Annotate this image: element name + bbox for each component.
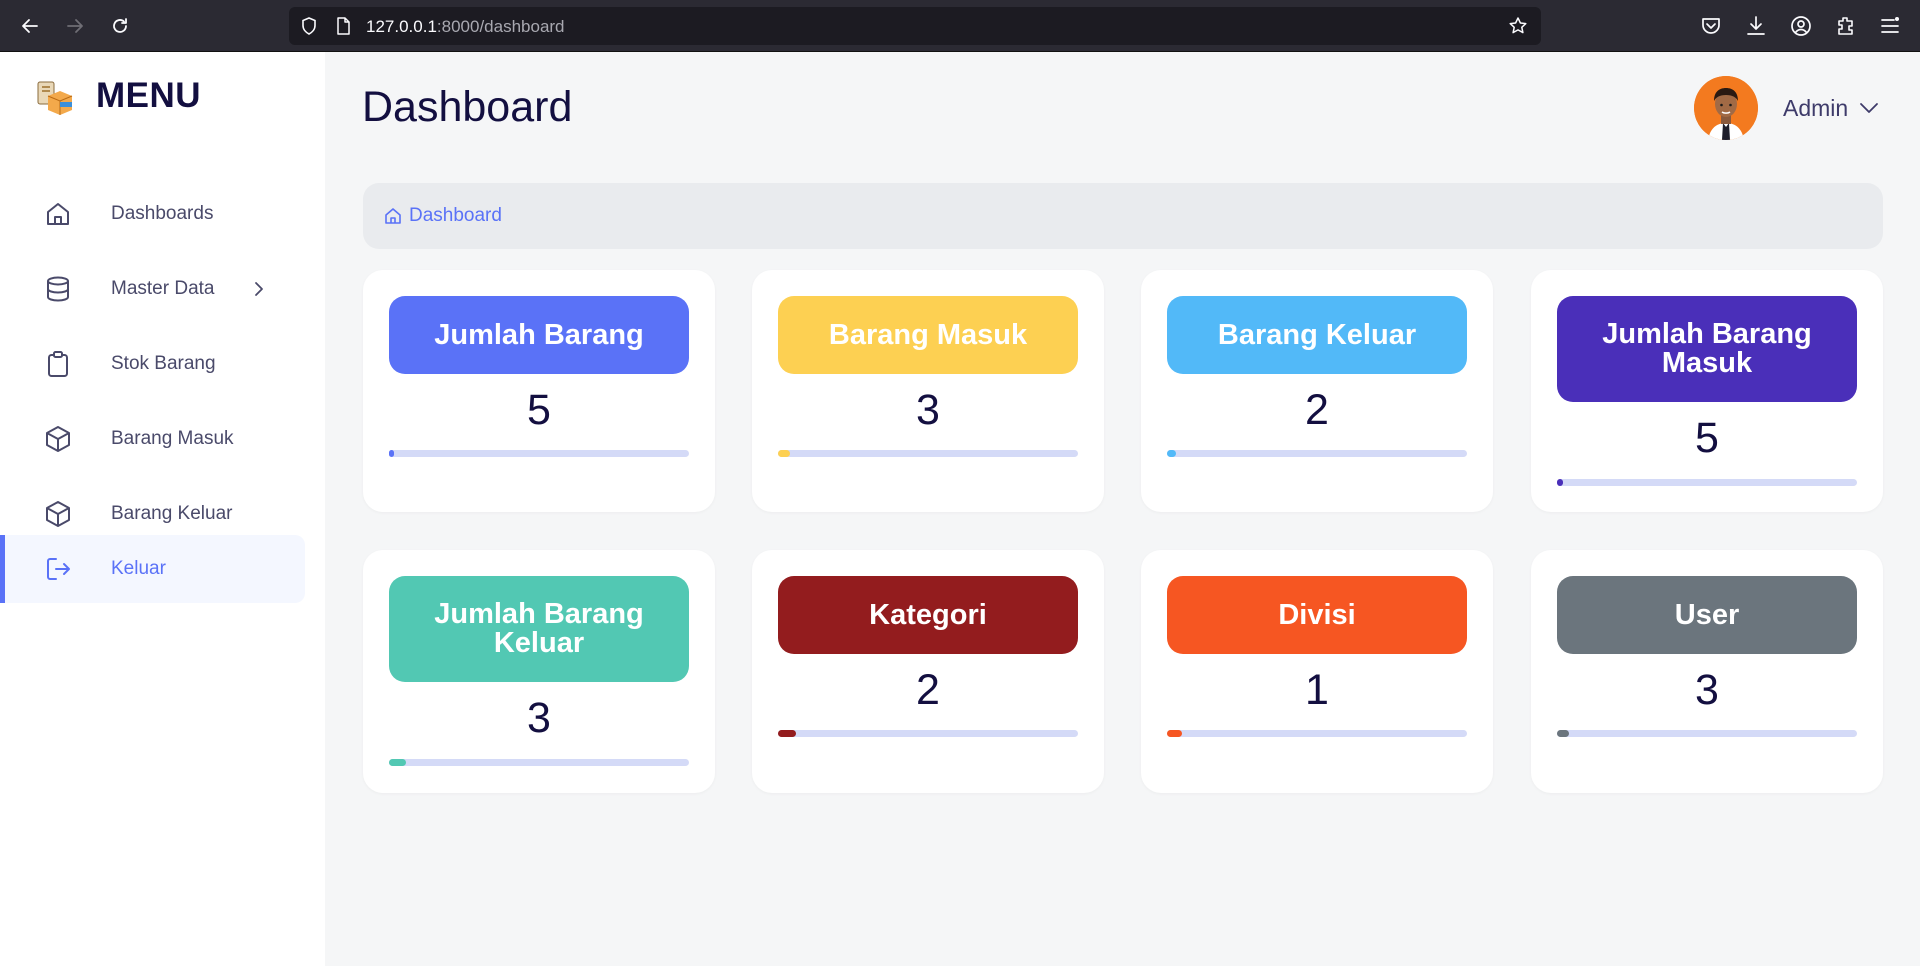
arrow-right-icon xyxy=(67,19,83,33)
extensions-icon[interactable] xyxy=(1834,14,1858,38)
url-path: :8000/dashboard xyxy=(436,17,565,36)
stat-card-jumlah-barang-keluar[interactable]: Jumlah Barang Keluar 3 xyxy=(363,550,715,793)
breadcrumb: Dashboard xyxy=(363,183,1883,249)
stat-card-value: 2 xyxy=(1305,386,1329,434)
shield-icon[interactable] xyxy=(299,16,319,36)
page-title: Dashboard xyxy=(362,83,573,131)
sidebar-item-barang-masuk[interactable]: Barang Masuk xyxy=(0,405,305,473)
home-icon xyxy=(385,208,401,224)
sidebar-item-label: Dashboards xyxy=(111,203,214,224)
stat-card-barang-masuk[interactable]: Barang Masuk 3 xyxy=(752,270,1104,512)
stat-card-label: Divisi xyxy=(1167,576,1467,654)
stat-card-label: Barang Keluar xyxy=(1167,296,1467,374)
progress-bar xyxy=(1557,479,1857,486)
stat-card-label: User xyxy=(1557,576,1857,654)
box-icon xyxy=(46,501,70,527)
progress-bar xyxy=(778,730,1078,737)
avatar-illustration xyxy=(1694,76,1758,140)
sidebar-item-stok-barang[interactable]: Stok Barang xyxy=(0,330,305,398)
page-icon[interactable] xyxy=(333,16,353,36)
stat-card-barang-keluar[interactable]: Barang Keluar 2 xyxy=(1141,270,1493,512)
star-icon[interactable] xyxy=(1508,16,1528,36)
logout-icon xyxy=(47,558,70,580)
address-bar[interactable]: 127.0.0.1:8000/dashboard xyxy=(289,7,1541,45)
progress-bar xyxy=(1557,730,1857,737)
progress-fill xyxy=(778,450,790,457)
url-text[interactable]: 127.0.0.1:8000/dashboard xyxy=(366,17,565,37)
database-icon xyxy=(47,276,69,302)
progress-fill xyxy=(1557,479,1563,486)
stat-card-jumlah-barang[interactable]: Jumlah Barang 5 xyxy=(363,270,715,512)
stat-card-value: 3 xyxy=(527,694,551,742)
sidebar-item-label: Master Data xyxy=(111,278,215,299)
sidebar-item-dashboards[interactable]: Dashboards xyxy=(0,180,305,248)
progress-bar xyxy=(389,450,689,457)
sidebar-item-label: Stok Barang xyxy=(111,353,216,374)
stat-card-label: Jumlah Barang xyxy=(389,296,689,374)
browser-toolbar: 127.0.0.1:8000/dashboard xyxy=(0,0,1920,52)
sidebar: MENU Dashboards Master Data Stok Barang … xyxy=(0,52,325,966)
hamburger-menu-icon[interactable] xyxy=(1878,14,1902,38)
progress-bar xyxy=(1167,450,1467,457)
sidebar-item-label: Barang Keluar xyxy=(111,503,233,524)
sidebar-item-keluar[interactable]: Keluar xyxy=(0,535,305,603)
forward-button[interactable] xyxy=(61,12,89,40)
progress-bar xyxy=(778,450,1078,457)
url-host: 127.0.0.1 xyxy=(366,17,437,36)
progress-fill xyxy=(389,450,394,457)
stat-card-value: 2 xyxy=(916,666,940,714)
stat-card-value: 3 xyxy=(916,386,940,434)
stat-card-user[interactable]: User 3 xyxy=(1531,550,1883,793)
menu-title: MENU xyxy=(96,76,202,115)
account-icon[interactable] xyxy=(1789,14,1813,38)
stat-card-kategori[interactable]: Kategori 2 xyxy=(752,550,1104,793)
sidebar-item-master-data[interactable]: Master Data xyxy=(0,255,305,323)
user-menu-label[interactable]: Admin xyxy=(1783,95,1848,122)
avatar[interactable] xyxy=(1694,76,1758,140)
stat-card-jumlah-barang-masuk[interactable]: Jumlah Barang Masuk 5 xyxy=(1531,270,1883,512)
progress-bar xyxy=(1167,730,1467,737)
active-indicator xyxy=(0,535,5,603)
stat-card-label: Jumlah Barang Keluar xyxy=(389,576,689,682)
stat-card-label: Barang Masuk xyxy=(778,296,1078,374)
home-icon xyxy=(47,203,69,225)
stat-card-value: 3 xyxy=(1695,666,1719,714)
stat-card-value: 5 xyxy=(527,386,551,434)
progress-fill xyxy=(1167,730,1182,737)
box-icon xyxy=(46,426,70,452)
chevron-right-icon xyxy=(255,282,263,296)
stat-card-label: Kategori xyxy=(778,576,1078,654)
pocket-icon[interactable] xyxy=(1699,14,1723,38)
download-icon[interactable] xyxy=(1744,14,1768,38)
chevron-down-icon[interactable] xyxy=(1858,97,1880,119)
breadcrumb-item-dashboard[interactable]: Dashboard xyxy=(409,205,502,227)
clipboard-icon xyxy=(48,351,68,377)
sidebar-item-label: Keluar xyxy=(111,558,166,579)
sidebar-item-label: Barang Masuk xyxy=(111,428,234,449)
stat-card-value: 5 xyxy=(1695,414,1719,462)
stat-card-label: Jumlah Barang Masuk xyxy=(1557,296,1857,402)
reload-button[interactable] xyxy=(106,12,134,40)
logo-icon xyxy=(37,81,73,115)
progress-fill xyxy=(1167,450,1176,457)
arrow-left-icon xyxy=(22,19,38,33)
back-button[interactable] xyxy=(16,12,44,40)
stat-card-value: 1 xyxy=(1305,666,1329,714)
progress-fill xyxy=(1557,730,1569,737)
progress-fill xyxy=(778,730,796,737)
progress-fill xyxy=(389,759,406,766)
progress-bar xyxy=(389,759,689,766)
stat-card-divisi[interactable]: Divisi 1 xyxy=(1141,550,1493,793)
reload-icon xyxy=(113,18,127,33)
